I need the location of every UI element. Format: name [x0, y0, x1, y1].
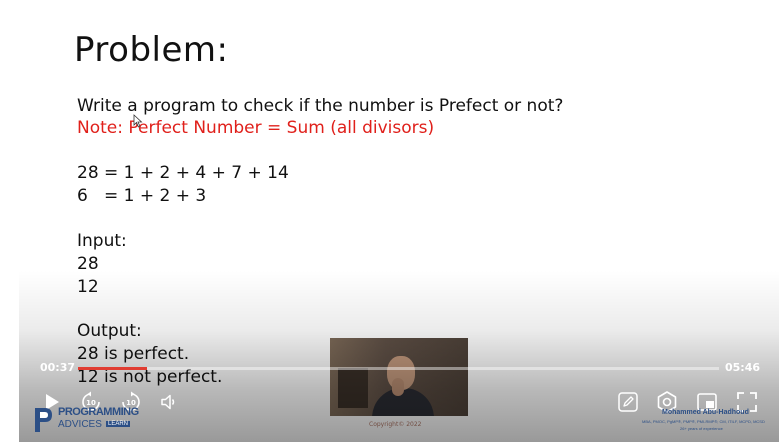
volume-button[interactable] — [156, 389, 182, 415]
output-label: Output: — [77, 321, 142, 341]
example-6: 6 = 1 + 2 + 3 — [77, 186, 207, 206]
author-name: Mohammed Abu-Hadhoud — [662, 409, 749, 416]
author-credentials: MBA, PMOC, PgMP®, PMP®, PMI-RMP®, CM, IT… — [642, 419, 765, 424]
mouse-cursor-icon — [133, 114, 143, 128]
logo-badge: LEARN — [106, 421, 131, 427]
video-frame[interactable]: Problem: Write a program to check if the… — [19, 0, 779, 442]
copyright-text: Copyright© 2022 — [369, 421, 422, 428]
input-value-1: 28 — [77, 254, 99, 274]
output-value-1: 28 is perfect. — [77, 344, 190, 364]
example-28: 28 = 1 + 2 + 4 + 7 + 14 — [77, 163, 289, 183]
output-value-2: 12 is not perfect. — [77, 367, 223, 387]
logo-line2: ADVICES — [58, 419, 102, 430]
presenter-webcam — [330, 338, 468, 416]
perfect-number-note: Note: Perfect Number = Sum (all divisors… — [77, 118, 435, 138]
slide-title: Problem: — [74, 30, 229, 70]
author-experience: 26+ years of experience — [680, 426, 723, 431]
logo-line1: PROGRAMMING — [58, 406, 139, 418]
problem-statement: Write a program to check if the number i… — [77, 96, 564, 116]
input-label: Input: — [77, 231, 127, 251]
progress-fill — [78, 367, 147, 370]
input-value-2: 12 — [77, 277, 99, 297]
left-margin — [0, 0, 19, 442]
volume-icon — [161, 394, 175, 410]
annotate-button[interactable] — [615, 389, 641, 415]
progress-bar[interactable] — [78, 367, 719, 370]
programming-advices-logo-icon — [35, 408, 52, 432]
pencil-icon — [618, 392, 638, 412]
current-time: 00:37 — [40, 361, 76, 374]
total-time: 05:46 — [725, 361, 761, 374]
